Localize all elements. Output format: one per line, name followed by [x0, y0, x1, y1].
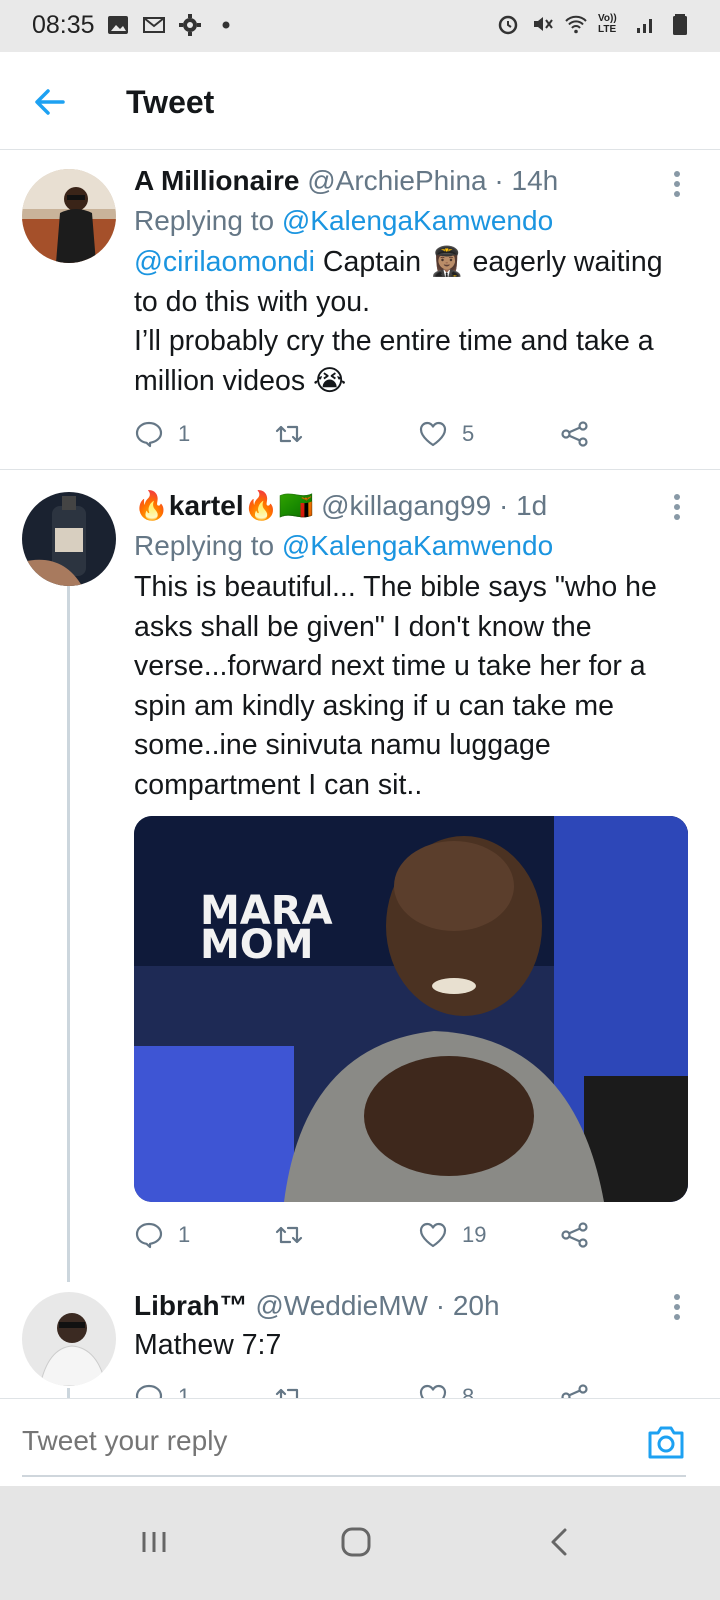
like-button[interactable]: 19 [418, 1220, 486, 1250]
author-name-emoji-suffix[interactable]: 🔥🇿🇲 [244, 490, 314, 521]
reply-count: 1 [178, 1384, 191, 1398]
heart-icon [419, 1384, 447, 1398]
retweet-button[interactable] [274, 419, 318, 449]
volte-icon: Vo)) LTE [598, 13, 617, 35]
inline-mention[interactable]: @cirilaomondi [134, 246, 315, 278]
separator: · [491, 490, 517, 521]
back-icon[interactable] [540, 1522, 580, 1562]
author-name-emoji-prefix[interactable]: 🔥 [134, 490, 169, 521]
separator: · [427, 1290, 453, 1321]
share-button[interactable] [560, 419, 590, 449]
media-overlay-text: MARA MOM [200, 888, 333, 968]
camera-icon[interactable] [646, 1423, 686, 1461]
tweet-actions: 1 19 [134, 1220, 614, 1260]
author-name[interactable]: Librah™ [134, 1290, 248, 1321]
dot-icon [222, 21, 230, 29]
avatar[interactable] [22, 492, 116, 586]
reply-button[interactable]: 1 [134, 1220, 190, 1250]
mute-icon [534, 17, 553, 31]
reply-composer [0, 1398, 720, 1486]
page-title: Tweet [126, 84, 215, 120]
status-time: 08:35 [32, 11, 95, 39]
retweet-button[interactable] [274, 1382, 318, 1398]
author-handle[interactable]: @WeddieMW [255, 1290, 428, 1321]
tweet[interactable]: 🔥kartel🔥🇿🇲 @killagang99 · 1d Replying to… [0, 470, 720, 1282]
tweet-actions: 1 8 [134, 1382, 614, 1398]
back-arrow-icon[interactable] [30, 82, 70, 122]
author-name[interactable]: kartel [169, 490, 244, 521]
home-icon[interactable] [336, 1522, 376, 1562]
reply-button[interactable]: 1 [134, 419, 190, 449]
like-button[interactable]: 5 [418, 419, 474, 449]
recent-apps-icon[interactable] [134, 1522, 174, 1562]
retweet-icon [275, 1226, 303, 1244]
status-bar: 08:35 Vo)) LTE [0, 0, 720, 52]
reply-icon [135, 1222, 163, 1249]
input-underline [22, 1475, 686, 1477]
thread-line [67, 580, 70, 1282]
replying-to-mention[interactable]: @KalengaKamwendo [282, 530, 553, 561]
author-name[interactable]: A Millionaire [134, 165, 299, 196]
author-handle[interactable]: @ArchiePhina [307, 165, 486, 196]
settings-gear-icon [179, 14, 201, 36]
signal-icon [637, 19, 652, 33]
retweet-icon [275, 1388, 299, 1398]
share-button[interactable] [560, 1220, 590, 1250]
tweet-text-line2: I’ll probably cry the entire time and ta… [134, 325, 654, 397]
thread-line [67, 1388, 70, 1398]
tweet-time: 20h [452, 1290, 500, 1321]
share-icon [561, 1384, 588, 1398]
wifi-icon [565, 15, 587, 34]
replying-to-mention[interactable]: @KalengaKamwendo [282, 205, 553, 236]
app-header: Tweet [0, 52, 720, 150]
avatar[interactable] [22, 169, 116, 263]
tweet-text: This is beautiful... The bible says "who… [134, 571, 657, 801]
share-button[interactable] [560, 1382, 590, 1398]
reply-icon [135, 1384, 163, 1398]
avatar-photo [22, 492, 116, 586]
share-icon [561, 421, 588, 447]
tweet[interactable]: A Millionaire @ArchiePhina · 14h Replyin… [0, 151, 720, 469]
tweet-actions: 1 5 [134, 419, 614, 459]
tweet[interactable]: Librah™ @WeddieMW · 20h Mathew 7:7 1 8 [0, 1282, 720, 1398]
like-count: 5 [462, 421, 475, 446]
tweet-text: Mathew 7:7 [134, 1329, 282, 1361]
tweet-time: 1d [516, 490, 548, 521]
replying-to-label: Replying to [134, 530, 282, 561]
battery-icon [673, 14, 687, 35]
avatar[interactable] [22, 1292, 116, 1386]
reply-icon [135, 421, 163, 448]
retweet-icon [275, 425, 303, 443]
reply-button[interactable]: 1 [134, 1382, 190, 1398]
avatar-photo [22, 169, 116, 263]
separator: · [486, 165, 512, 196]
reply-input[interactable] [22, 1425, 582, 1457]
like-count: 8 [462, 1384, 475, 1398]
gallery-icon [108, 16, 128, 34]
avatar-photo [22, 1292, 116, 1386]
share-icon [561, 1222, 588, 1248]
alarm-icon [498, 15, 518, 35]
author-handle[interactable]: @killagang99 [321, 490, 491, 521]
retweet-button[interactable] [274, 1220, 318, 1250]
like-button[interactable]: 8 [418, 1382, 474, 1398]
gmail-icon [143, 17, 165, 33]
reply-count: 1 [178, 421, 191, 446]
tweet-media-image[interactable]: MARA MOM [134, 816, 688, 1202]
heart-icon [419, 1222, 447, 1248]
like-count: 19 [462, 1222, 487, 1247]
tweet-time: 14h [511, 165, 559, 196]
replying-to-label: Replying to [134, 205, 282, 236]
media-photo [134, 816, 688, 1202]
system-nav-bar [0, 1486, 720, 1600]
reply-count: 1 [178, 1222, 191, 1247]
heart-icon [419, 421, 447, 447]
